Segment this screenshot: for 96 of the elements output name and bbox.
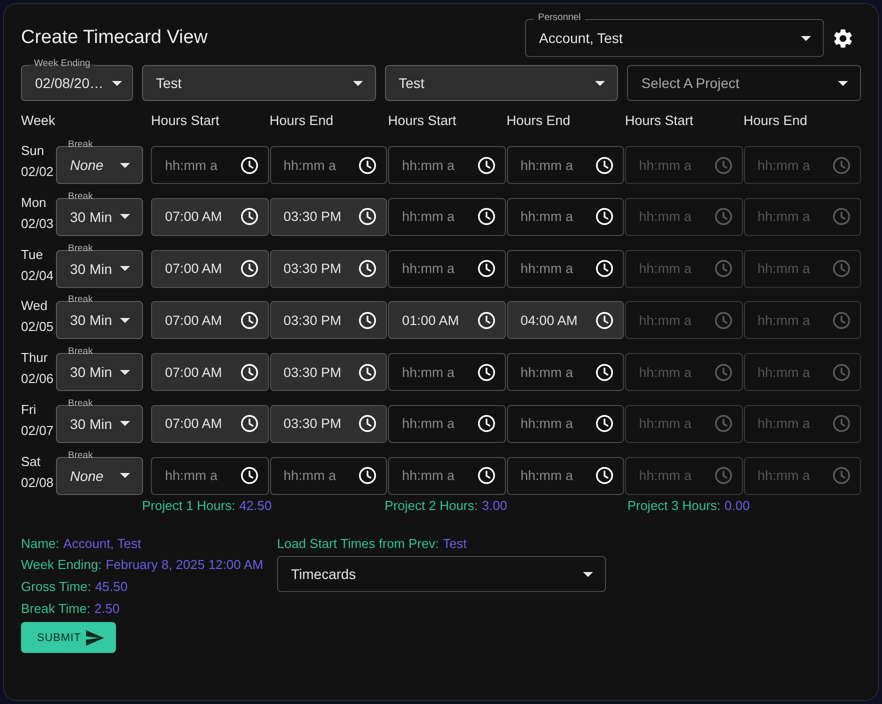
select-label: Week Ending: [30, 58, 94, 69]
time-field[interactable]: hh:mm a: [388, 456, 506, 495]
time-field[interactable]: hh:mm a: [151, 146, 268, 184]
summary-value: Account, Test: [63, 534, 142, 553]
time-field[interactable]: 01:00 AM: [388, 301, 506, 340]
summary-label: Name:: [21, 534, 60, 553]
time-field[interactable]: hh:mm a: [506, 456, 624, 495]
day-date: 02/05: [21, 318, 55, 336]
project-hours-label: Project 2 Hours:: [384, 498, 478, 513]
day-date: 02/08: [21, 474, 55, 492]
caret-icon: [801, 36, 811, 40]
caret-icon: [352, 80, 363, 86]
time-field[interactable]: 03:30 PM: [270, 353, 387, 392]
time-field[interactable]: 03:30 PM: [270, 250, 387, 288]
page-title: Create Timecard View: [21, 27, 209, 49]
day-name: Wed: [21, 297, 48, 316]
time-field[interactable]: 03:30 PM: [270, 198, 387, 236]
day-date: 02/03: [21, 214, 55, 233]
caret-icon: [595, 80, 606, 86]
time-field[interactable]: hh:mm a: [151, 456, 268, 495]
load-times-label: Load Start Times from Prev:: [277, 534, 439, 553]
caret-icon: [120, 266, 130, 272]
time-field[interactable]: hh:mm a: [270, 456, 387, 495]
summary-value: February 8, 2025 12:00 AM: [106, 556, 264, 574]
column-header: Hours Start: [151, 112, 220, 128]
project-select[interactable]: Select A Project: [627, 65, 861, 101]
day-name: Thur: [21, 349, 49, 368]
settings-icon[interactable]: [834, 28, 852, 48]
time-field[interactable]: hh:mm a: [388, 353, 506, 392]
time-field[interactable]: hh:mm a: [506, 198, 624, 236]
day-date: 02/04: [21, 266, 55, 285]
timecards-select[interactable]: Timecards: [277, 556, 606, 592]
time-field[interactable]: hh:mm a: [388, 198, 506, 236]
time-field[interactable]: 07:00 AM: [151, 198, 268, 236]
name-select[interactable]: Test: [384, 65, 618, 101]
time-field[interactable]: 04:00 AM: [506, 301, 624, 340]
break-select[interactable]: 30 Min: [56, 404, 143, 443]
day-date: 02/07: [21, 422, 55, 440]
time-field[interactable]: 07:00 AM: [151, 301, 268, 340]
break-select[interactable]: None: [56, 146, 143, 184]
day-name: Sun: [21, 142, 46, 160]
day-name: Sat: [21, 452, 42, 471]
time-field[interactable]: hh:mm a: [506, 146, 624, 184]
send-icon: [86, 630, 104, 646]
project-hours-value: 3.00: [482, 498, 508, 513]
day-date: 02/02: [21, 163, 55, 181]
time-field[interactable]: hh:mm a: [506, 353, 624, 392]
break-select[interactable]: 30 Min: [56, 301, 143, 340]
summary-value: 45.50: [95, 578, 128, 596]
summary-label: Week Ending:: [21, 556, 102, 574]
caret-icon: [120, 421, 130, 426]
column-header: Hours End: [270, 112, 334, 128]
time-field[interactable]: hh:mm a: [388, 146, 506, 184]
break-select[interactable]: None: [56, 456, 143, 495]
day-name: Fri: [21, 400, 38, 419]
summary-label: Gross Time:: [21, 578, 92, 596]
caret-icon: [120, 214, 130, 220]
day-name: Tue: [21, 246, 44, 264]
caret-icon: [120, 162, 130, 168]
time-field[interactable]: 03:30 PM: [270, 404, 387, 443]
time-field[interactable]: hh:mm a: [388, 404, 506, 443]
break-select[interactable]: 30 Min: [56, 198, 143, 236]
select-label: Personnel: [534, 12, 585, 23]
column-header: Hours Start: [388, 112, 458, 128]
caret-icon: [112, 80, 122, 86]
time-field[interactable]: 07:00 AM: [151, 250, 268, 288]
project-hours-value: 42.50: [239, 498, 272, 513]
caret-icon: [120, 370, 130, 375]
summary-value: 2.50: [94, 600, 120, 618]
caret-icon: [583, 572, 593, 577]
name-select[interactable]: Test: [142, 65, 376, 101]
time-field[interactable]: hh:mm a: [506, 250, 624, 288]
time-field[interactable]: hh:mm a: [388, 250, 506, 288]
time-field[interactable]: 07:00 AM: [151, 353, 268, 392]
summary-label: Break Time:: [21, 600, 90, 618]
day-name: Mon: [21, 194, 48, 212]
time-field[interactable]: hh:mm a: [506, 404, 624, 443]
project-hours-label: Project 3 Hours:: [627, 498, 721, 513]
time-field[interactable]: 03:30 PM: [270, 301, 387, 340]
caret-icon: [120, 318, 130, 323]
day-date: 02/06: [21, 370, 55, 388]
time-field[interactable]: hh:mm a: [270, 146, 387, 184]
column-header: Week: [21, 112, 56, 128]
caret-icon: [838, 80, 848, 86]
time-field[interactable]: 07:00 AM: [151, 404, 268, 443]
column-header: Hours Start: [625, 112, 694, 128]
break-select[interactable]: 30 Min: [56, 353, 143, 392]
submit-button[interactable]: SUBMIT: [21, 622, 116, 654]
load-times-value: Test: [442, 534, 467, 553]
column-header: Hours End: [744, 112, 808, 128]
break-select[interactable]: 30 Min: [56, 250, 143, 288]
project-hours-label: Project 1 Hours:: [142, 498, 236, 513]
personnel-select[interactable]: Account, Test: [525, 19, 824, 57]
caret-icon: [120, 473, 130, 478]
project-hours-value: 0.00: [724, 498, 750, 513]
column-header: Hours End: [506, 112, 572, 128]
